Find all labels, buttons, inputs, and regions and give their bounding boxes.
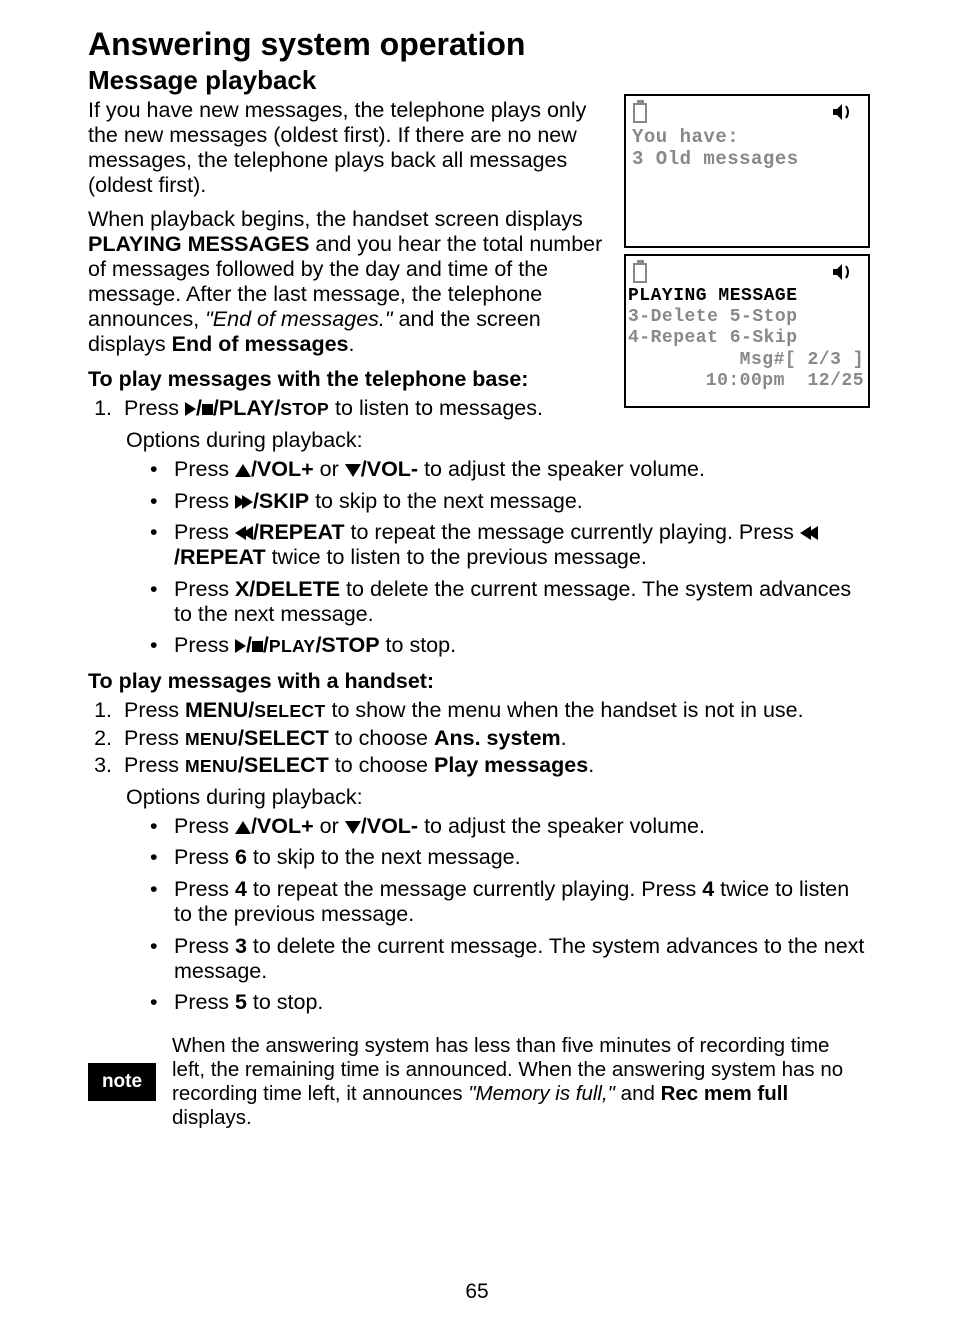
base-options: Press /VOL+ or /VOL- to adjust the speak… [88, 457, 866, 659]
page-number: 65 [0, 1280, 954, 1304]
hs-opt-delete: Press 3 to delete the current message. T… [150, 934, 866, 985]
speaker-icon [832, 262, 854, 289]
main-heading: Answering system operation [88, 26, 866, 63]
handset-options: Press /VOL+ or /VOL- to adjust the speak… [88, 814, 866, 1016]
base-opt-volume: Press /VOL+ or /VOL- to adjust the speak… [150, 457, 866, 482]
lcd2-line1: PLAYING MESSAGE [626, 286, 868, 307]
ffwd-icon [235, 489, 253, 514]
handset-steps: Press MENU/SELECT to show the menu when … [88, 698, 866, 779]
down-triangle-icon [345, 821, 361, 834]
down-triangle-icon [345, 464, 361, 477]
note-text: When the answering system has less than … [172, 1034, 866, 1131]
hs-step-1: Press MENU/SELECT to show the menu when … [118, 698, 866, 724]
battery-icon [632, 260, 650, 284]
base-opt-delete: Press X/DELETE to delete the current mes… [150, 577, 866, 628]
rewind-icon [235, 520, 253, 545]
subhead-handset: To play messages with a handset: [88, 669, 866, 694]
play-icon [235, 639, 246, 653]
battery-icon [632, 100, 650, 124]
up-triangle-icon [235, 821, 251, 834]
lcd2-line4: Msg#[ 2/3 ] [626, 350, 868, 371]
lcd1-line2: 3 Old messages [626, 148, 868, 170]
lcd2-line2: 3-Delete 5-Stop [626, 307, 868, 328]
note-badge: note [88, 1063, 156, 1101]
intro-para-2: When playback begins, the handset screen… [88, 207, 618, 358]
hs-opt-repeat: Press 4 to repeat the message currently … [150, 877, 866, 928]
base-opt-skip: Press /SKIP to skip to the next message. [150, 489, 866, 514]
base-opt-stop: Press //PLAY/STOP to stop. [150, 633, 866, 658]
options-label-1: Options during playback: [126, 428, 866, 453]
speaker-icon [832, 102, 854, 129]
lcd2-line5: 10:00pm 12/25 [626, 371, 868, 392]
hs-step-3: Press MENU/SELECT to choose Play message… [118, 753, 866, 779]
hs-step-2: Press MENU/SELECT to choose Ans. system. [118, 726, 866, 752]
section-heading: Message playback [88, 65, 866, 96]
hs-opt-skip: Press 6 to skip to the next message. [150, 845, 866, 870]
lcd2-line3: 4-Repeat 6-Skip [626, 328, 868, 349]
play-icon [185, 402, 196, 416]
handset-screen-2: PLAYING MESSAGE 3-Delete 5-Stop 4-Repeat… [624, 254, 870, 408]
hs-opt-stop: Press 5 to stop. [150, 990, 866, 1015]
rewind-icon [800, 520, 818, 545]
page: Answering system operation Message playb… [0, 0, 954, 1336]
lcd1-line1: You have: [626, 126, 868, 148]
intro-para-1: If you have new messages, the telephone … [88, 98, 618, 199]
note-row: note When the answering system has less … [88, 1034, 866, 1131]
options-label-2: Options during playback: [126, 785, 866, 810]
stop-icon [202, 404, 213, 415]
up-triangle-icon [235, 464, 251, 477]
handset-screen-1: You have: 3 Old messages [624, 94, 870, 248]
stop-icon [252, 641, 263, 652]
base-opt-repeat: Press /REPEAT to repeat the message curr… [150, 520, 866, 571]
hs-opt-volume: Press /VOL+ or /VOL- to adjust the speak… [150, 814, 866, 839]
